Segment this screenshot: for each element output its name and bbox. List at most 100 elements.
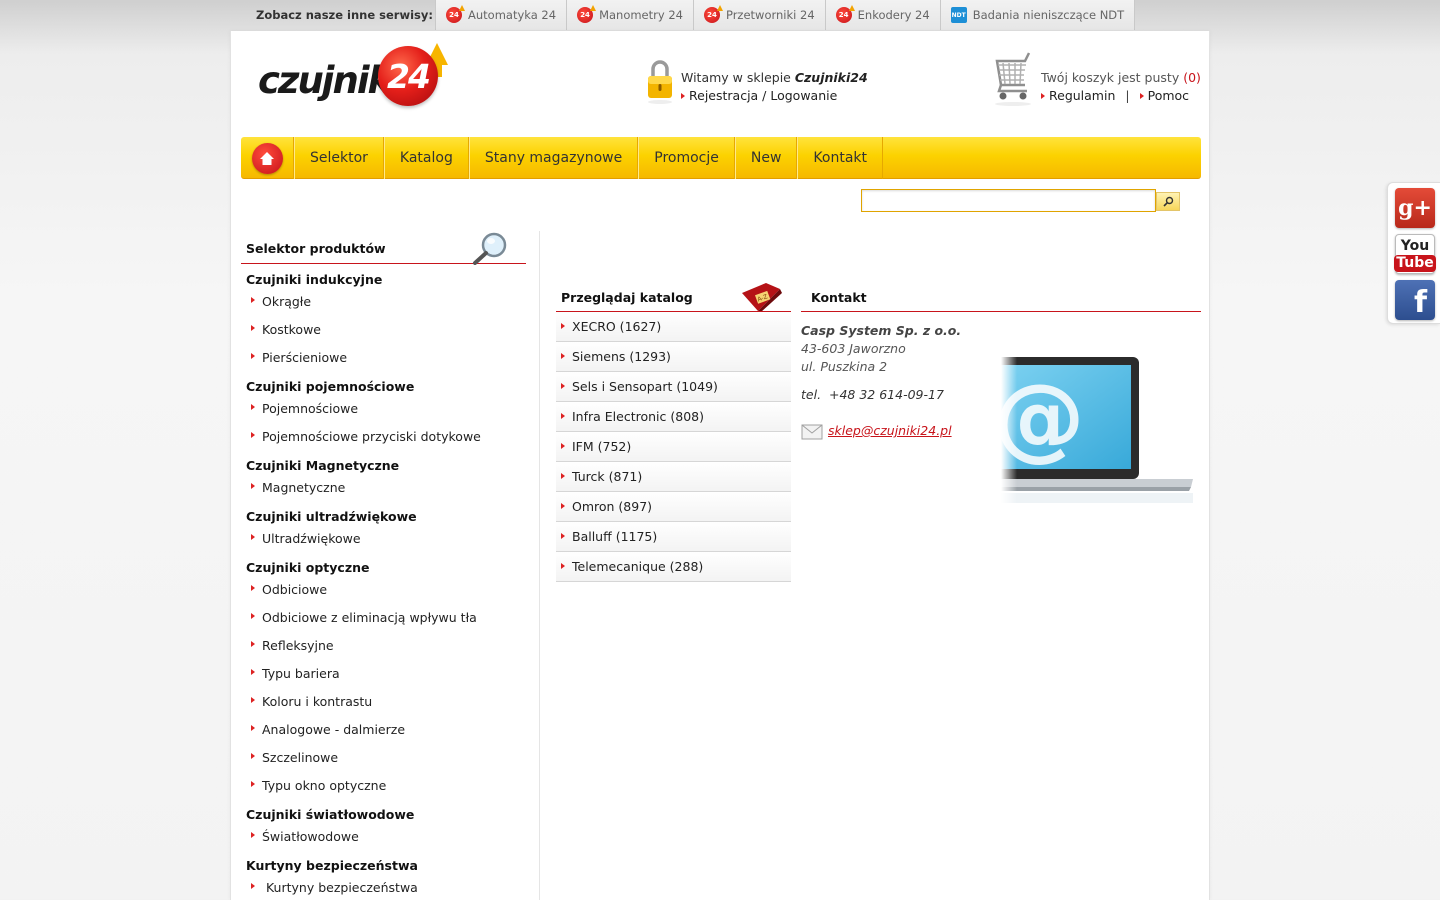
services-label: Zobacz nasze inne serwisy: bbox=[256, 8, 433, 22]
page-container: czujniki 24 Witamy w sklepie Czujniki24 … bbox=[230, 31, 1210, 900]
category-link[interactable]: Pojemnościowe przyciski dotykowe bbox=[241, 422, 526, 450]
bullet-icon bbox=[251, 432, 255, 438]
category-link[interactable]: Typu okno optyczne bbox=[241, 771, 526, 799]
welcome-text: Witamy w sklepie Czujniki24 bbox=[681, 70, 868, 85]
google-plus-button[interactable]: g+ bbox=[1395, 188, 1435, 228]
service-label: Enkodery 24 bbox=[857, 8, 930, 22]
nav-new[interactable]: New bbox=[734, 137, 798, 179]
login-link[interactable]: Rejestracja / Logowanie bbox=[681, 88, 837, 103]
category-link[interactable]: Ultradźwiękowe bbox=[241, 524, 526, 552]
cart-status-text: Twój koszyk jest pusty bbox=[1041, 70, 1180, 85]
bullet-icon bbox=[251, 585, 255, 591]
shopping-cart-icon[interactable] bbox=[989, 51, 1035, 107]
search-button[interactable] bbox=[1156, 192, 1180, 211]
category-link[interactable]: Kostkowe bbox=[241, 315, 526, 343]
catalog-item-label: Telemecanique (288) bbox=[572, 559, 704, 574]
service-link-automatyka[interactable]: 24 Automatyka 24 bbox=[435, 0, 567, 30]
catalog-item[interactable]: Balluff (1175) bbox=[556, 522, 791, 552]
category-link[interactable]: Analogowe - dalmierze bbox=[241, 715, 526, 743]
24-logo-icon: 24 bbox=[446, 5, 465, 23]
bullet-icon bbox=[1139, 92, 1144, 99]
service-link-enkodery[interactable]: 24 Enkodery 24 bbox=[824, 0, 940, 30]
nav-kontakt[interactable]: Kontakt bbox=[797, 137, 884, 179]
catalog-item-label: Infra Electronic (808) bbox=[572, 409, 704, 424]
category-link[interactable]: Pierścieniowe bbox=[241, 343, 526, 371]
bullet-icon bbox=[561, 412, 565, 419]
catalog-item-label: Balluff (1175) bbox=[572, 529, 658, 544]
catalog-item-label: Siemens (1293) bbox=[572, 349, 671, 364]
category-link-label: Szczelinowe bbox=[262, 749, 339, 765]
nav-selektor[interactable]: Selektor bbox=[294, 137, 384, 179]
category-link-label: Kurtyny bezpieczeństwa bbox=[262, 879, 418, 895]
search-input[interactable] bbox=[861, 189, 1156, 212]
category-link-label: Okrągłe bbox=[262, 293, 312, 309]
category-link[interactable]: Odbiciowe z eliminacją wpływu tła bbox=[241, 603, 526, 631]
catalog-item[interactable]: Telemecanique (288) bbox=[556, 552, 791, 582]
category-link-label: Analogowe - dalmierze bbox=[262, 721, 406, 737]
help-link[interactable]: Pomoc bbox=[1139, 88, 1189, 103]
bullet-icon bbox=[561, 472, 565, 479]
category-link-label: Magnetyczne bbox=[262, 479, 346, 495]
category-heading: Czujniki pojemnościowe bbox=[246, 379, 415, 394]
catalog-item[interactable]: Turck (871) bbox=[556, 462, 791, 492]
column-divider bbox=[539, 231, 540, 900]
facebook-button[interactable]: f bbox=[1395, 280, 1435, 320]
category-link-label: Światłowodowe bbox=[262, 828, 359, 844]
category-link[interactable]: Refleksyjne bbox=[241, 631, 526, 659]
cart-box: Twój koszyk jest pusty (0) Regulamin | Pom… bbox=[989, 51, 1201, 111]
category-link[interactable]: Szczelinowe bbox=[241, 743, 526, 771]
nav-katalog[interactable]: Katalog bbox=[383, 137, 469, 179]
category-link[interactable]: Odbiciowe bbox=[241, 575, 526, 603]
terms-link[interactable]: Regulamin bbox=[1041, 88, 1115, 103]
bullet-icon bbox=[681, 92, 685, 99]
nav-stany-magazynowe[interactable]: Stany magazynowe bbox=[468, 137, 639, 179]
category-link-label: Odbiciowe bbox=[262, 581, 328, 597]
catalog-box: Przeglądaj katalog A-Z XECRO (1627) Siem… bbox=[556, 281, 791, 582]
service-label: Manometry 24 bbox=[599, 8, 683, 22]
category-link-label: Refleksyjne bbox=[262, 637, 334, 653]
bullet-icon bbox=[251, 781, 255, 787]
service-link-manometry[interactable]: 24 Manometry 24 bbox=[566, 0, 693, 30]
contact-title: Kontakt bbox=[811, 290, 867, 305]
google-plus-icon: g+ bbox=[1398, 195, 1432, 221]
service-link-ndt[interactable]: NDT Badania nieniszczące NDT bbox=[939, 0, 1136, 30]
search-icon bbox=[1162, 196, 1173, 207]
category-link-label: Odbiciowe z eliminacją wpływu tła bbox=[262, 609, 477, 625]
email-link[interactable]: sklep@czujniki24.pl bbox=[828, 423, 952, 438]
envelope-icon bbox=[801, 424, 823, 440]
catalog-item[interactable]: Siemens (1293) bbox=[556, 342, 791, 372]
shop-name: Czujniki24 bbox=[794, 70, 868, 85]
bullet-icon bbox=[251, 353, 255, 359]
nav-promocje[interactable]: Promocje bbox=[638, 137, 735, 179]
welcome-box: Witamy w sklepie Czujniki24 Rejestracja … bbox=[644, 57, 904, 109]
cart-count: (0) bbox=[1183, 70, 1201, 85]
service-label: Badania nieniszczące NDT bbox=[972, 8, 1125, 22]
youtube-button[interactable]: You Tube bbox=[1394, 234, 1436, 274]
bullet-icon bbox=[561, 562, 565, 569]
bullet-icon bbox=[561, 532, 565, 539]
category-link-label: Ultradźwiękowe bbox=[262, 530, 361, 546]
home-icon bbox=[251, 142, 283, 174]
category-link[interactable]: Kurtyny bezpieczeństwa bbox=[241, 873, 526, 900]
category-link[interactable]: Światłowodowe bbox=[241, 822, 526, 850]
catalog-item[interactable]: IFM (752) bbox=[556, 432, 791, 462]
category-link[interactable]: Koloru i kontrastu bbox=[241, 687, 526, 715]
catalog-item[interactable]: XECRO (1627) bbox=[556, 312, 791, 342]
bullet-icon bbox=[251, 883, 255, 889]
address-line-1: 43-603 Jaworzno bbox=[801, 341, 906, 356]
selector-groups: Czujniki indukcyjne Okrągłe Kostkowe Pie… bbox=[241, 264, 526, 900]
service-link-przetworniki[interactable]: 24 Przetworniki 24 bbox=[692, 0, 825, 30]
site-logo[interactable]: czujniki 24 bbox=[258, 43, 458, 113]
24-logo-icon: 24 bbox=[577, 5, 597, 23]
category-link[interactable]: Typu bariera bbox=[241, 659, 526, 687]
nav-home-button[interactable] bbox=[241, 137, 294, 179]
24-logo-icon: 24 bbox=[835, 5, 855, 23]
catalog-item[interactable]: Infra Electronic (808) bbox=[556, 402, 791, 432]
category-link[interactable]: Magnetyczne bbox=[241, 473, 526, 501]
category-link[interactable]: Pojemnościowe bbox=[241, 394, 526, 422]
catalog-item[interactable]: Sels i Sensopart (1049) bbox=[556, 372, 791, 402]
bullet-icon bbox=[251, 613, 255, 619]
category-link[interactable]: Okrągłe bbox=[241, 287, 526, 315]
catalog-item[interactable]: Omron (897) bbox=[556, 492, 791, 522]
magnifier-icon bbox=[473, 232, 507, 265]
